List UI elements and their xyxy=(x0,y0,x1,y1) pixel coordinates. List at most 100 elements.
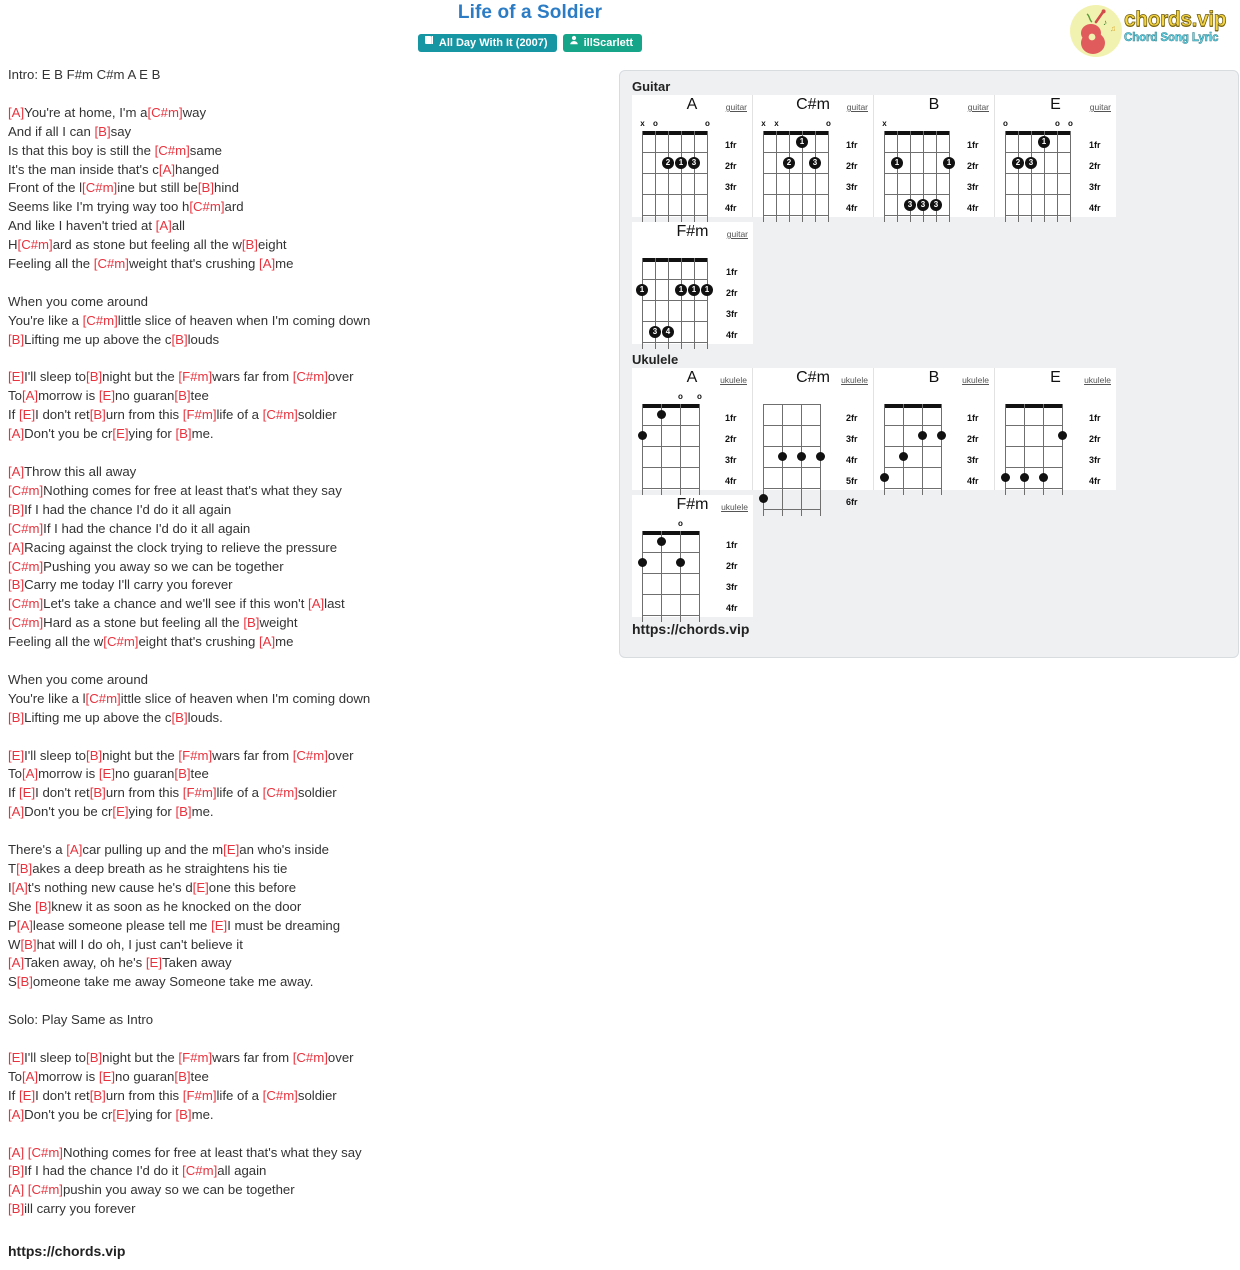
chord-label[interactable]: [C#m] xyxy=(189,199,224,214)
panel-url[interactable]: https://chords.vip xyxy=(632,621,749,637)
chord-label[interactable]: [B] xyxy=(86,369,102,384)
chord-diagram-b[interactable]: Bukulele 1fr 2fr 3fr 4fr xyxy=(874,368,995,495)
chord-label[interactable]: [A] xyxy=(22,388,38,403)
chord-label[interactable]: [F#m] xyxy=(183,1088,217,1103)
chord-label[interactable]: [A] xyxy=(259,634,275,649)
chord-label[interactable]: [C#m] xyxy=(28,1182,63,1197)
chord-label[interactable]: [B] xyxy=(174,1069,190,1084)
chord-label[interactable]: [C#m] xyxy=(28,1145,63,1160)
chord-label[interactable]: [B] xyxy=(243,615,259,630)
chord-label[interactable]: [B] xyxy=(86,748,102,763)
chord-label[interactable]: [A] xyxy=(8,426,24,441)
chord-label[interactable]: [E] xyxy=(112,426,128,441)
chord-label[interactable]: [A] xyxy=(8,804,24,819)
chord-label[interactable]: [B] xyxy=(90,785,106,800)
chord-label[interactable]: [A] xyxy=(8,1182,28,1197)
chord-label[interactable]: [B] xyxy=(35,899,51,914)
chord-label[interactable]: [C#m] xyxy=(263,785,298,800)
chord-label[interactable]: [B] xyxy=(242,237,258,252)
chord-label[interactable]: [C#m] xyxy=(94,256,129,271)
chord-diagram-a[interactable]: Aukulele o o 1fr 2fr 3fr 4fr xyxy=(632,368,753,495)
chord-label[interactable]: [E] xyxy=(19,785,35,800)
chord-label[interactable]: [C#m] xyxy=(293,748,328,763)
album-badge[interactable]: All Day With It (2007) xyxy=(417,34,557,52)
site-logo[interactable]: ♪ ♫ chords.vip Chord Song Lyric xyxy=(1066,2,1238,60)
chord-label[interactable]: [B] xyxy=(8,1163,24,1178)
chord-label[interactable]: [C#m] xyxy=(18,237,53,252)
chord-label[interactable]: [C#m] xyxy=(8,596,43,611)
chord-label[interactable]: [C#m] xyxy=(82,180,117,195)
chord-label[interactable]: [B] xyxy=(16,861,32,876)
chord-diagram-fsharpm[interactable]: F#m ukulele o 1fr 2fr 3fr 4fr xyxy=(632,495,753,622)
chord-label[interactable]: [A] xyxy=(259,256,275,271)
chord-label[interactable]: [E] xyxy=(99,388,115,403)
chord-label[interactable]: [A] xyxy=(308,596,324,611)
chord-label[interactable]: [E] xyxy=(193,880,209,895)
chord-label[interactable]: [B] xyxy=(8,710,24,725)
chord-label[interactable]: [B] xyxy=(8,502,24,517)
chord-diagram-fsharpm[interactable]: F#m guitar 1 1 1 1 3 4 1fr 2fr 3fr 4fr xyxy=(632,222,753,349)
chord-label[interactable]: [F#m] xyxy=(183,407,217,422)
chord-label[interactable]: [E] xyxy=(19,1088,35,1103)
chord-label[interactable]: [B] xyxy=(175,426,191,441)
chord-label[interactable]: [C#m] xyxy=(8,559,43,574)
chord-diagram-csharpm[interactable]: C#m guitar x x o 1 2 3 1fr 2fr 3fr 4fr xyxy=(753,95,874,222)
chord-label[interactable]: [A] xyxy=(159,162,175,177)
chord-label[interactable]: [B] xyxy=(174,766,190,781)
chord-label[interactable]: [E] xyxy=(99,1069,115,1084)
chord-label[interactable]: [C#m] xyxy=(8,615,43,630)
chord-label[interactable]: [C#m] xyxy=(86,691,121,706)
chord-label[interactable]: [C#m] xyxy=(155,143,190,158)
chord-label[interactable]: [E] xyxy=(223,842,239,857)
chord-label[interactable]: [C#m] xyxy=(263,407,298,422)
chord-label[interactable]: [C#m] xyxy=(263,1088,298,1103)
chord-label[interactable]: [B] xyxy=(90,407,106,422)
chord-label[interactable]: [E] xyxy=(8,369,24,384)
chord-label[interactable]: [B] xyxy=(175,804,191,819)
chord-label[interactable]: [C#m] xyxy=(182,1163,217,1178)
chord-label[interactable]: [B] xyxy=(86,1050,102,1065)
chord-label[interactable]: [B] xyxy=(17,974,33,989)
chord-label[interactable]: [B] xyxy=(90,1088,106,1103)
chord-diagram-csharpm[interactable]: C#m ukulele 2fr 3fr 4fr 5fr 6fr xyxy=(753,368,874,516)
chord-label[interactable]: [B] xyxy=(95,124,111,139)
chord-label[interactable]: [A] xyxy=(8,105,24,120)
chord-label[interactable]: [A] xyxy=(8,464,24,479)
chord-label[interactable]: [B] xyxy=(8,332,24,347)
chord-label[interactable]: [E] xyxy=(8,748,24,763)
chord-label[interactable]: [C#m] xyxy=(83,313,118,328)
chord-label[interactable]: [F#m] xyxy=(178,748,212,763)
chord-label[interactable]: [B] xyxy=(174,388,190,403)
chord-diagram-b[interactable]: Bguitar x 1 1 3 3 3 1fr 2fr 3fr 4fr xyxy=(874,95,995,222)
chord-label[interactable]: [E] xyxy=(112,804,128,819)
chord-label[interactable]: [B] xyxy=(198,180,214,195)
chord-label[interactable]: [A] xyxy=(12,880,28,895)
chord-diagram-e[interactable]: Eguitar o o o 1 2 3 1fr 2fr 3fr 4fr xyxy=(995,95,1116,222)
chord-label[interactable]: [B] xyxy=(175,1107,191,1122)
chord-label[interactable]: [C#m] xyxy=(293,1050,328,1065)
chord-label[interactable]: [C#m] xyxy=(147,105,182,120)
chord-label[interactable]: [E] xyxy=(19,407,35,422)
chord-label[interactable]: [A] xyxy=(8,540,24,555)
chord-diagram-e[interactable]: Eukulele 1fr 2fr 3fr 4fr xyxy=(995,368,1116,495)
chord-label[interactable]: [F#m] xyxy=(183,785,217,800)
artist-badge[interactable]: illScarlett xyxy=(562,34,643,52)
chord-label[interactable]: [F#m] xyxy=(178,369,212,384)
chord-label[interactable]: [A] xyxy=(156,218,172,233)
chord-label[interactable]: [A] xyxy=(22,766,38,781)
chord-label[interactable]: [A] xyxy=(66,842,82,857)
footer-url[interactable]: https://chords.vip xyxy=(8,1243,125,1259)
chord-label[interactable]: [B] xyxy=(20,937,36,952)
chord-label[interactable]: [E] xyxy=(8,1050,24,1065)
chord-label[interactable]: [C#m] xyxy=(8,521,43,536)
chord-label[interactable]: [C#m] xyxy=(103,634,138,649)
chord-label[interactable]: [B] xyxy=(171,332,187,347)
chord-label[interactable]: [B] xyxy=(171,710,187,725)
chord-label[interactable]: [A] xyxy=(8,955,24,970)
chord-label[interactable]: [F#m] xyxy=(178,1050,212,1065)
chord-label[interactable]: [C#m] xyxy=(293,369,328,384)
chord-label[interactable]: [B] xyxy=(8,577,24,592)
chord-label[interactable]: [E] xyxy=(211,918,227,933)
chord-label[interactable]: [C#m] xyxy=(8,483,43,498)
chord-diagram-a[interactable]: Aguitar x o o 2 1 3 1fr 2fr 3fr 4fr xyxy=(632,95,753,222)
